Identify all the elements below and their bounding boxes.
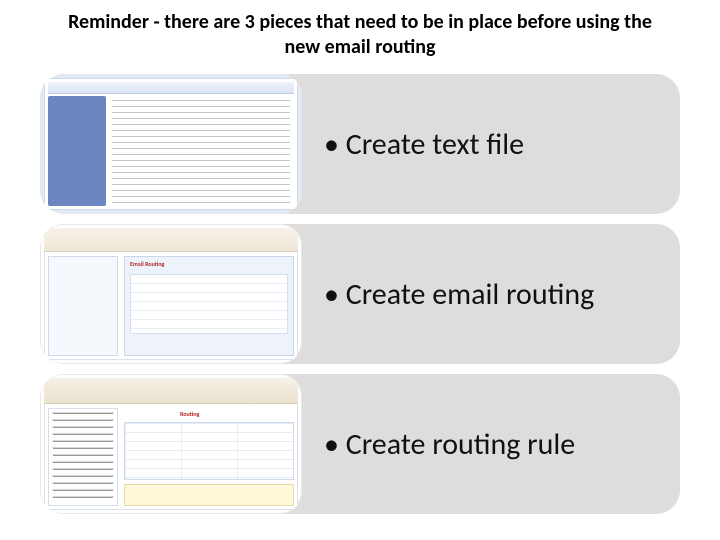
slide-title: Reminder - there are 3 pieces that need …	[60, 10, 660, 60]
step-label: Create email routing	[324, 276, 594, 313]
step-label: Create routing rule	[324, 426, 575, 463]
step-label: Create text file	[324, 126, 524, 163]
step-row: Email Routing Create email routing	[40, 224, 680, 364]
slide: Reminder - there are 3 pieces that need …	[0, 0, 720, 540]
step-text: Create routing rule	[302, 374, 680, 514]
screenshot-thumbnail	[40, 74, 302, 214]
step-row: Create text file	[40, 74, 680, 214]
screenshot-thumbnail: Email Routing	[40, 224, 302, 364]
screenshot-thumbnail: Routing	[40, 374, 302, 514]
step-text: Create text file	[302, 74, 680, 214]
step-row: Routing Create routing rule	[40, 374, 680, 514]
steps-list: Create text file Email Routing Create em…	[40, 74, 680, 514]
step-text: Create email routing	[302, 224, 680, 364]
